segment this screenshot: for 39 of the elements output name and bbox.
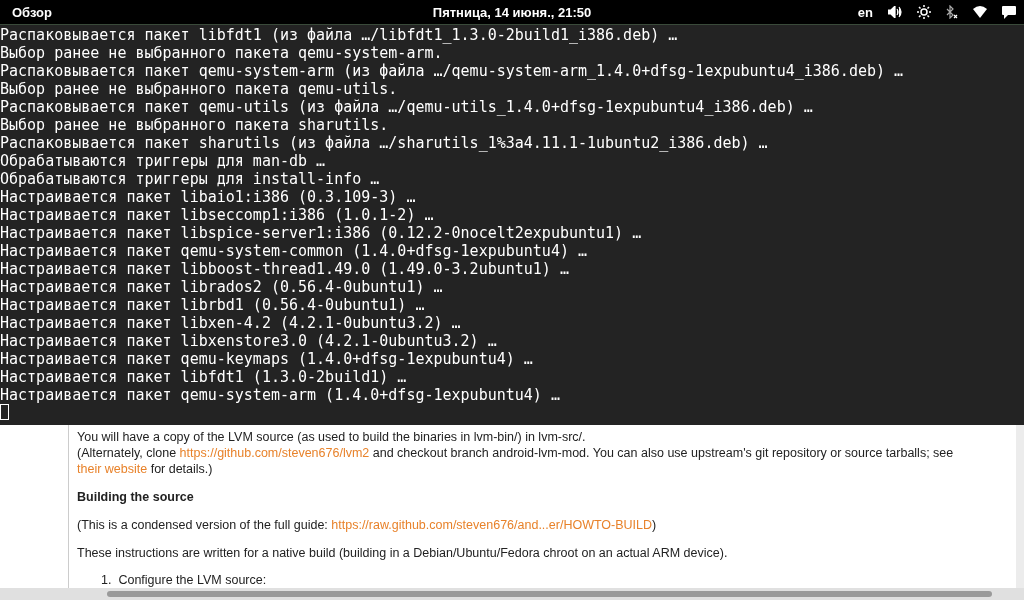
keyboard-layout[interactable]: en [857, 4, 873, 20]
terminal-line: Настраивается пакет librados2 (0.56.4-0ubuntu1) … [0, 278, 443, 296]
terminal-line: Распаковывается пакет libfdt1 (из файла …/libfdt1_1.3.0-2build1_i386.deb) … [0, 26, 678, 44]
terminal-line: Настраивается пакет libboost-thread1.49.0 (1.49.0-3.2ubuntu1) … [0, 260, 569, 278]
terminal-line: Распаковывается пакет sharutils (из файла …/sharutils_1%3a4.11.1-1ubuntu2_i386.deb) … [0, 134, 768, 152]
terminal-line: Настраивается пакет libseccomp1:i386 (1.0.1-2) … [0, 206, 434, 224]
chat-icon[interactable] [1002, 5, 1016, 19]
paragraph: These instructions are written for a native build (building in a Debian/Ubuntu/Fedora chroot on an actual ARM device). [77, 545, 729, 561]
paragraph: (Alternately, clone https://github.com/steven676/lvm2 and checkout branch android-lvm-mod. You can also use upstream's git repository or source tarballs; see their website for details.) [77, 445, 955, 477]
volume-icon[interactable] [888, 6, 902, 18]
terminal-line: Настраивается пакет libspice-server1:i386 (0.12.2-0nocelt2expubuntu1) … [0, 224, 642, 242]
terminal-line: Настраивается пакет qemu-system-common (1.4.0+dfsg-1expubuntu4) … [0, 242, 587, 260]
terminal-line: Распаковывается пакет qemu-system-arm (из файла …/qemu-system-arm_1.4.0+dfsg-1expubuntu4_i386.deb) … [0, 62, 904, 80]
list-number: 1. [101, 573, 112, 587]
horizontal-scrollbar[interactable] [0, 588, 1024, 600]
terminal-line: Настраивается пакет qemu-system-arm (1.4.0+dfsg-1expubuntu4) … [0, 386, 560, 404]
terminal-line: Настраивается пакет qemu-keymaps (1.4.0+dfsg-1expubuntu4) … [0, 350, 533, 368]
clock[interactable]: Пятница, 14 июня., 21:50 [432, 4, 592, 20]
terminal-line: Обрабатываются триггеры для install-info … [0, 170, 380, 188]
list-item-text: Configure the LVM source: [118, 573, 267, 587]
bluetooth-off-icon[interactable] [946, 5, 958, 19]
section-heading: Building the source [77, 489, 195, 505]
vertical-scrollbar[interactable] [1016, 425, 1024, 588]
terminal-line: Настраивается пакет libxenstore3.0 (4.2.1-0ubuntu3.2) … [0, 332, 497, 350]
terminal-line: Настраивается пакет librbd1 (0.56.4-0ubuntu1) … [0, 296, 425, 314]
terminal-line: Настраивается пакет libxen-4.2 (4.2.1-0ubuntu3.2) … [0, 314, 461, 332]
terminal-line: Выбор ранее не выбранного пакета qemu-utils. [0, 80, 398, 98]
wifi-icon[interactable] [973, 6, 987, 18]
text-cursor [0, 404, 9, 420]
activities-button[interactable]: Обзор [0, 4, 52, 20]
paragraph: (This is a condensed version of the full guide: https://raw.github.com/steven676/and...er/HOWTO-BUILD) [77, 517, 658, 533]
terminal-line: Настраивается пакет libfdt1 (1.3.0-2build1) … [0, 368, 407, 386]
terminal-line: Выбор ранее не выбранного пакета sharutils. [0, 116, 389, 134]
terminal-line: Обрабатываются триггеры для man-db … [0, 152, 326, 170]
terminal-line: Распаковывается пакет qemu-utils (из файла …/qemu-utils_1.4.0+dfsg-1expubuntu4_i386.deb) … [0, 98, 813, 116]
paragraph: You will have a copy of the LVM source (as used to build the binaries in lvm-bin/) in lvm-src/. [77, 429, 587, 445]
brightness-icon[interactable] [917, 5, 931, 19]
terminal-line: Выбор ранее не выбранного пакета qemu-system-arm. [0, 44, 443, 62]
terminal-line: Настраивается пакет libaio1:i386 (0.3.109-3) … [0, 188, 416, 206]
